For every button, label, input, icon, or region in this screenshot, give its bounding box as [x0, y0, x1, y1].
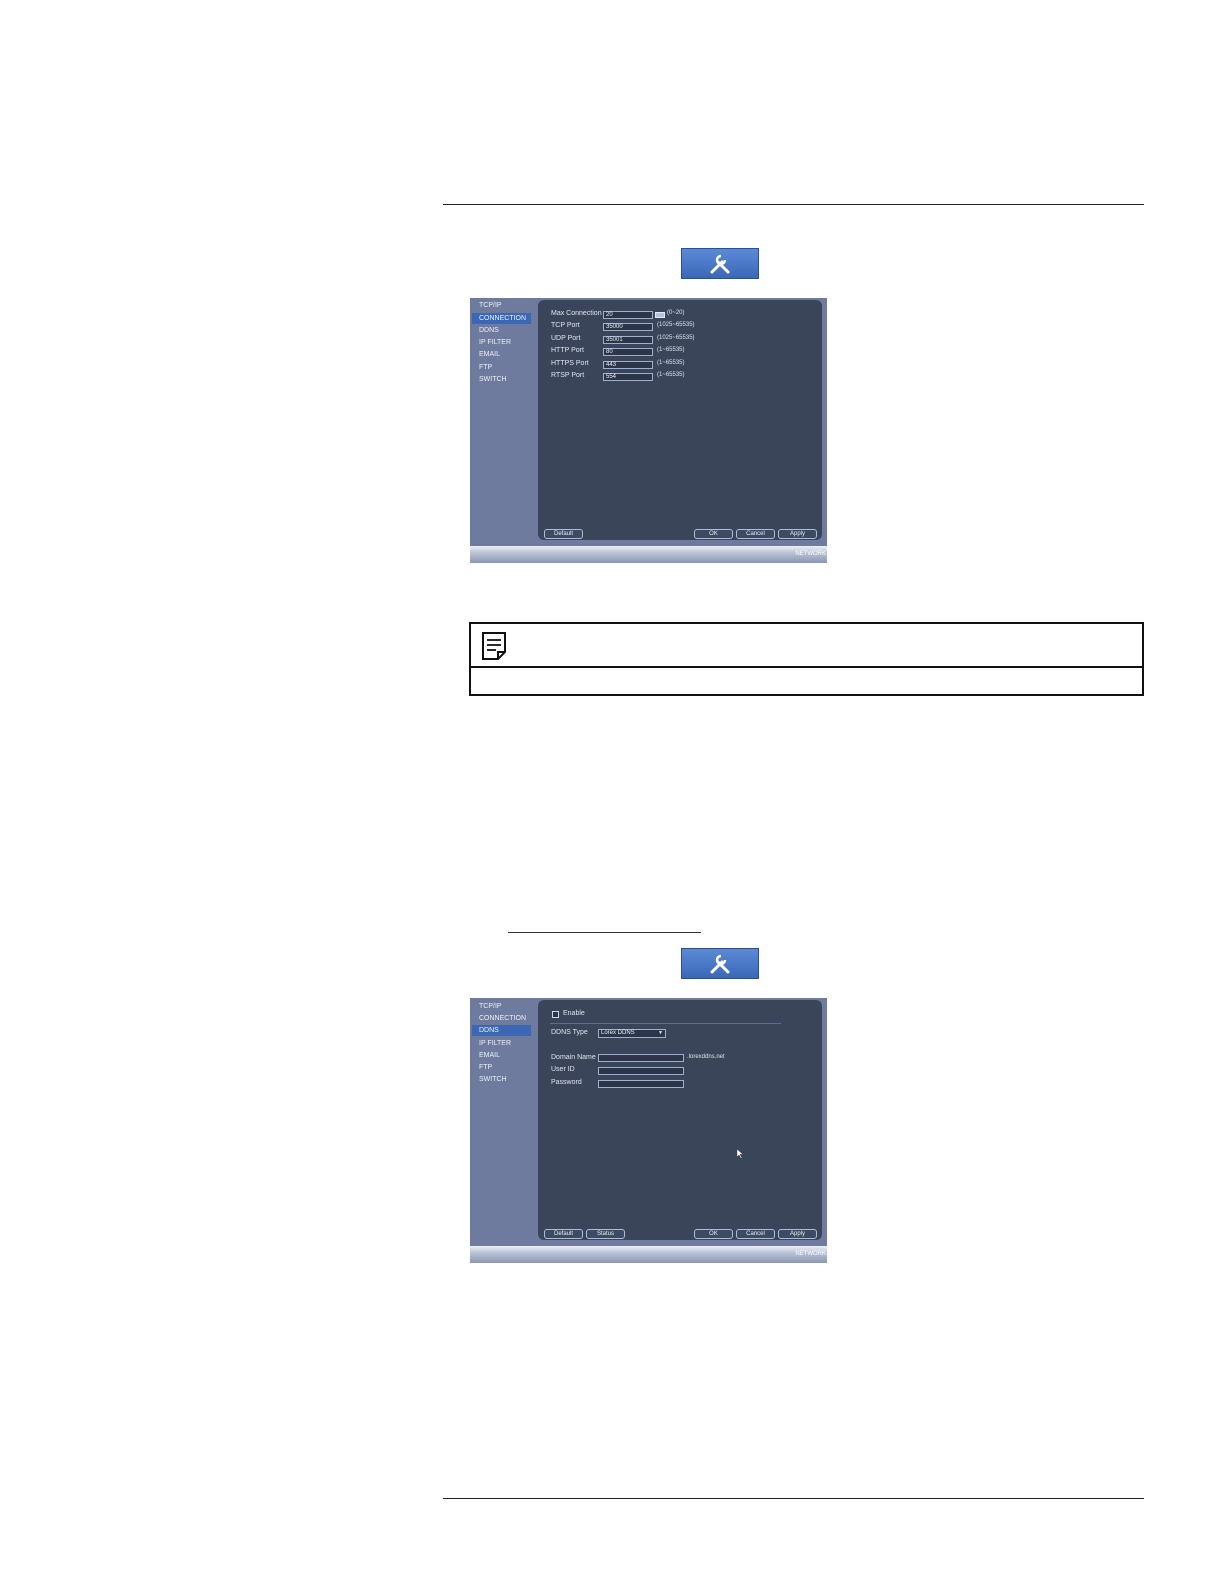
apply-button[interactable]: Apply — [778, 1229, 817, 1239]
enable-checkbox[interactable] — [552, 1011, 559, 1018]
sidebar-item-ftp[interactable]: FTP — [472, 362, 531, 373]
note-icon — [482, 632, 506, 660]
ddns-panel: Enable DDNS Type Lorex DDNS ▼ Domain Nam… — [538, 1000, 822, 1240]
tcp-port-label: TCP Port — [551, 322, 580, 329]
tcp-port-hint: (1025~65535) — [657, 322, 695, 328]
http-port-input[interactable]: 80 — [603, 348, 653, 356]
cancel-button[interactable]: Cancel — [736, 529, 775, 539]
note-divider — [471, 666, 1142, 668]
domain-name-input[interactable] — [598, 1054, 684, 1062]
apply-button[interactable]: Apply — [778, 529, 817, 539]
sidebar-item-connection[interactable]: CONNECTION — [472, 313, 531, 324]
ddns-type-value: Lorex DDNS — [601, 1030, 635, 1036]
sidebar-item-switch[interactable]: SWITCH — [472, 374, 531, 385]
max-connection-hint: (0~20) — [667, 310, 685, 316]
tcp-port-input[interactable]: 35000 — [603, 323, 653, 331]
link-underline[interactable] — [508, 932, 701, 933]
udp-port-label: UDP Port — [551, 335, 581, 342]
password-label: Password — [551, 1079, 582, 1086]
domain-name-label: Domain Name — [551, 1054, 596, 1061]
rtsp-port-label: RTSP Port — [551, 372, 585, 379]
default-button[interactable]: Default — [544, 529, 583, 539]
connection-panel: Max Connection 20 (0~20) TCP Port 35000 … — [538, 300, 822, 540]
ddns-type-label: DDNS Type — [551, 1029, 588, 1036]
http-port-hint: (1~65535) — [657, 347, 685, 353]
cancel-button[interactable]: Cancel — [736, 1229, 775, 1239]
udp-port-hint: (1025~65535) — [657, 335, 695, 341]
sidebar-item-tcpip[interactable]: TCP/IP — [472, 300, 531, 311]
ddns-type-select[interactable]: Lorex DDNS ▼ — [598, 1029, 666, 1038]
status-text: NETWORK — [795, 551, 826, 557]
cursor-icon — [737, 1149, 744, 1159]
status-bar: NETWORK — [470, 1246, 827, 1263]
network-sidebar: TCP/IP CONNECTION DDNS IP FILTER EMAIL F… — [470, 298, 538, 546]
ok-button[interactable]: OK — [694, 1229, 733, 1239]
keyboard-icon[interactable] — [655, 312, 665, 318]
footer-rule — [443, 1498, 1144, 1499]
tools-icon — [710, 254, 730, 273]
sidebar-item-ip-filter[interactable]: IP FILTER — [472, 1038, 531, 1049]
tools-icon — [710, 954, 730, 973]
header-rule — [443, 204, 1144, 205]
panel-divider — [550, 1023, 781, 1024]
sidebar-item-ip-filter[interactable]: IP FILTER — [472, 337, 531, 348]
sidebar-item-connection[interactable]: CONNECTION — [472, 1013, 531, 1024]
status-button[interactable]: Status — [586, 1229, 625, 1239]
sidebar-item-switch[interactable]: SWITCH — [472, 1074, 531, 1085]
domain-suffix: .lorexddns.net — [687, 1054, 725, 1060]
network-connection-screen: TCP/IP CONNECTION DDNS IP FILTER EMAIL F… — [470, 298, 827, 563]
status-text: NETWORK — [795, 1251, 826, 1257]
tools-button[interactable] — [681, 948, 759, 979]
user-id-label: User ID — [551, 1066, 575, 1073]
password-input[interactable] — [598, 1080, 684, 1088]
https-port-label: HTTPS Port — [551, 360, 589, 367]
status-bar: NETWORK — [470, 546, 827, 563]
sidebar-item-email[interactable]: EMAIL — [472, 1050, 531, 1061]
max-connection-label: Max Connection — [551, 310, 602, 317]
rtsp-port-input[interactable]: 554 — [603, 373, 653, 381]
ok-button[interactable]: OK — [694, 529, 733, 539]
https-port-hint: (1~65535) — [657, 360, 685, 366]
max-connection-input[interactable]: 20 — [603, 311, 653, 319]
udp-port-input[interactable]: 35001 — [603, 336, 653, 344]
note-box — [469, 622, 1144, 696]
user-id-input[interactable] — [598, 1067, 684, 1075]
network-sidebar: TCP/IP CONNECTION DDNS IP FILTER EMAIL F… — [470, 998, 538, 1246]
https-port-input[interactable]: 443 — [603, 361, 653, 369]
chevron-down-icon: ▼ — [658, 1030, 663, 1036]
sidebar-item-ftp[interactable]: FTP — [472, 1062, 531, 1073]
sidebar-item-email[interactable]: EMAIL — [472, 349, 531, 360]
enable-label: Enable — [563, 1010, 585, 1017]
rtsp-port-hint: (1~65535) — [657, 372, 685, 378]
sidebar-item-tcpip[interactable]: TCP/IP — [472, 1001, 531, 1012]
network-ddns-screen: TCP/IP CONNECTION DDNS IP FILTER EMAIL F… — [470, 998, 827, 1263]
default-button[interactable]: Default — [544, 1229, 583, 1239]
http-port-label: HTTP Port — [551, 347, 584, 354]
sidebar-item-ddns[interactable]: DDNS — [472, 325, 531, 336]
sidebar-item-ddns[interactable]: DDNS — [472, 1025, 531, 1036]
tools-button[interactable] — [681, 248, 759, 279]
